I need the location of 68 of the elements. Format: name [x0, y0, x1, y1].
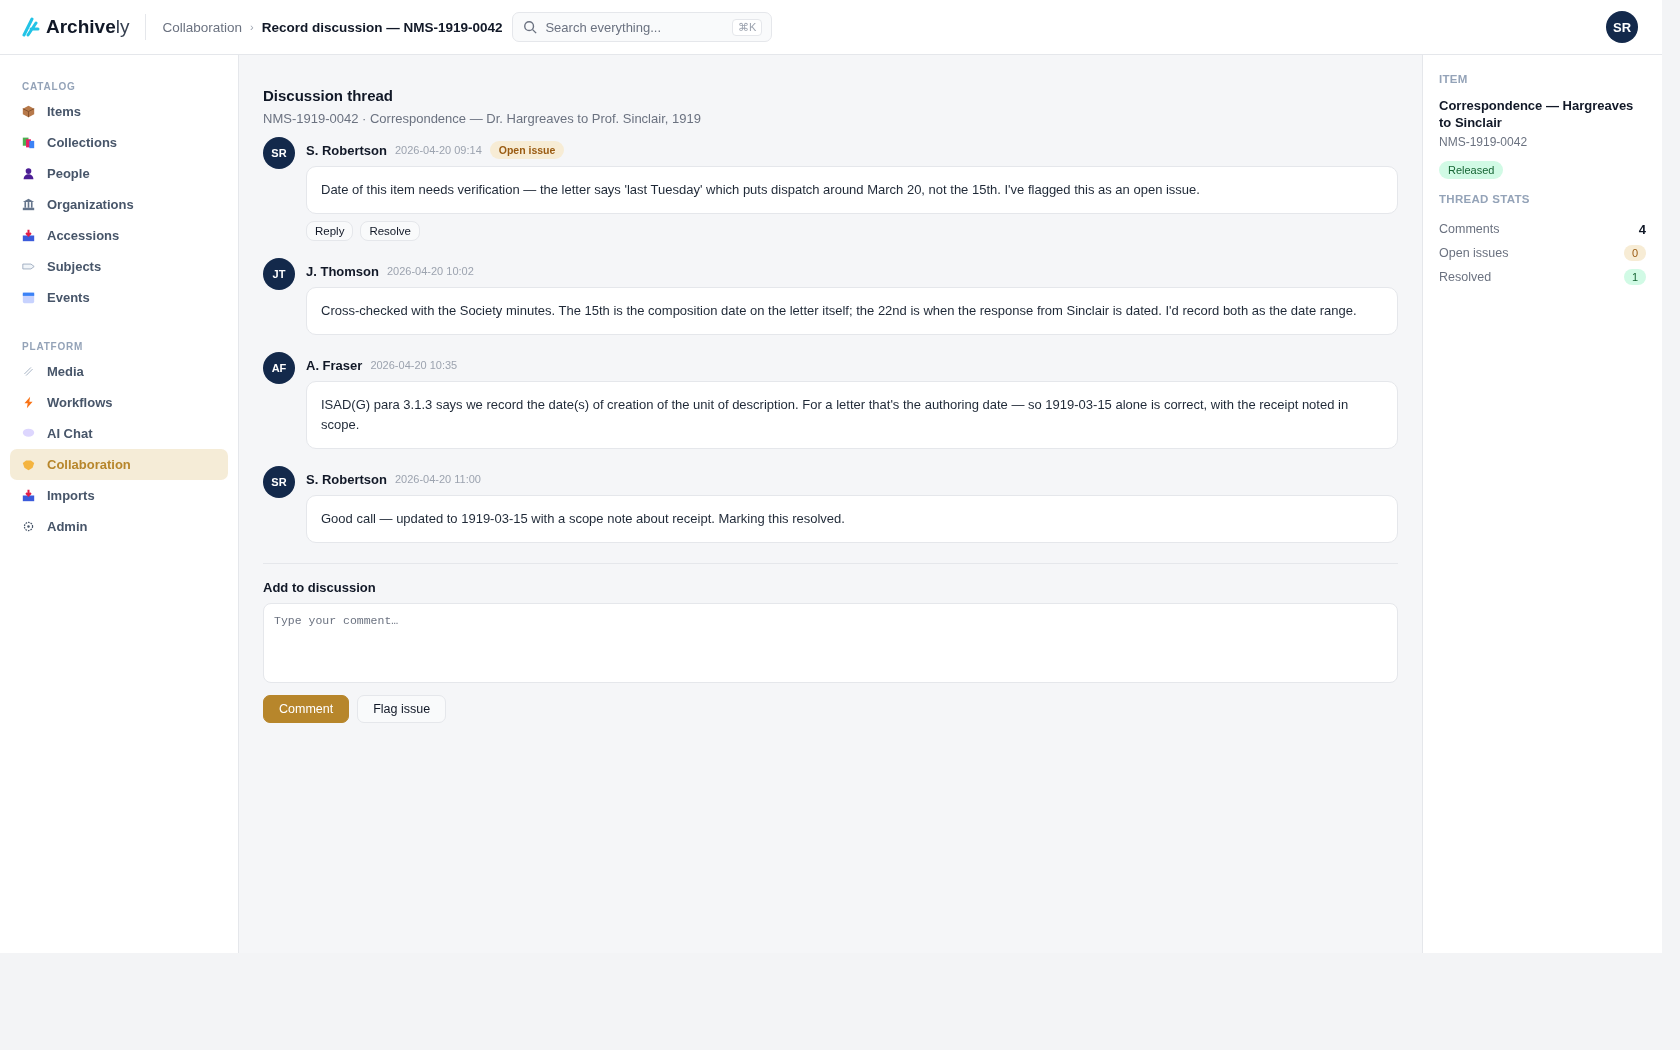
compose-label: Add to discussion — [263, 580, 377, 595]
breadcrumb-link[interactable]: Record discussion — NMS-1919-0042 — [261, 19, 503, 35]
item-title: Correspondence — Hargreaves to Sinclair — [1439, 97, 1635, 131]
nav-item[interactable]: Media — [10, 356, 228, 387]
inbox-icon — [22, 229, 35, 242]
nav-item[interactable]: Subjects — [10, 251, 228, 282]
logo-text: Archively — [46, 16, 130, 38]
comment-time: 2026-04-20 11:00 — [394, 473, 481, 485]
page-title: Discussion thread — [263, 87, 395, 104]
comment-author: J. Thomson — [306, 263, 379, 279]
nav-item[interactable]: Workflows — [10, 387, 228, 418]
nav-item[interactable]: Accessions — [10, 220, 228, 251]
page-subtitle: NMS-1919-0042 · Correspondence — Dr. Hargreaves to Prof. Sinclair, 1919 — [263, 111, 702, 126]
status-badge: Open issue — [489, 141, 565, 159]
logo-icon — [22, 17, 40, 37]
nav-item[interactable]: Admin — [10, 511, 228, 542]
section-heading: THREAD STATS — [1439, 193, 1531, 205]
nav-item[interactable]: People — [10, 158, 228, 189]
comment-author: S. Robertson — [306, 471, 387, 487]
status-badge: Released — [1439, 161, 1504, 179]
nav-item[interactable]: AI Chat — [10, 418, 228, 449]
comment-time: 2026-04-20 10:02 — [386, 265, 474, 277]
comment-author: S. Robertson — [306, 142, 387, 158]
avatar: SR — [263, 466, 295, 498]
comment-action-button[interactable]: Reply — [306, 221, 354, 241]
comment-field[interactable]: Type your comment… — [263, 603, 1398, 683]
stat-value: 4 — [1638, 221, 1646, 237]
stat-label: Open issues — [1439, 246, 1509, 260]
section-heading: CATALOG — [21, 80, 77, 94]
speech-bubble-icon — [22, 427, 35, 440]
avatar: JT — [263, 258, 295, 290]
section-heading: ITEM — [1439, 73, 1469, 85]
inbox-icon — [22, 489, 35, 502]
nav-item[interactable]: Items — [10, 96, 228, 127]
flag-button[interactable]: Flag issue — [357, 695, 447, 723]
books-icon — [22, 136, 35, 149]
stat-label: Comments — [1439, 222, 1500, 236]
comment-time: 2026-04-20 10:35 — [370, 359, 458, 371]
section-heading: PLATFORM — [21, 340, 85, 354]
gear-icon — [22, 520, 35, 533]
stat-value: 1 — [1623, 269, 1646, 285]
comment-text: ISAD(G) para 3.1.3 says we record the date(s) of creation of the unit of description. For a letter that's the authoring date — so 1919-03-15 alone is correct, with the receipt noted in scope. — [306, 381, 1398, 449]
comment-text: Good call — updated to 1919-03-15 with a scope note about receipt. Marking this resolved. — [306, 495, 1398, 543]
nav-item[interactable]: Organizations — [10, 189, 228, 220]
avatar: SR — [263, 137, 295, 169]
comment-action-button[interactable]: Resolve — [360, 221, 420, 241]
nav-item[interactable]: Imports — [10, 480, 228, 511]
nav-item[interactable]: Events — [10, 282, 228, 313]
item-id: NMS-1919-0042 — [1439, 135, 1529, 149]
building-icon — [22, 198, 35, 211]
user-avatar[interactable]: SR — [1606, 11, 1638, 43]
stat-label: Resolved — [1439, 270, 1492, 284]
breadcrumb-link[interactable]: Collaboration — [162, 19, 242, 35]
person-icon — [22, 167, 35, 180]
calendar-icon — [22, 291, 35, 304]
lightning-icon — [22, 396, 35, 409]
tag-icon — [22, 260, 35, 273]
comment-time: 2026-04-20 09:14 — [394, 144, 482, 156]
stat-value: 0 — [1623, 245, 1646, 261]
box-icon — [22, 105, 35, 118]
comment-text: Cross-checked with the Society minutes. The 15th is the composition date on the letter itself; the 22nd is when the response from Sinclair is dated. I'd record both as the date range. — [306, 287, 1398, 335]
shortcut-hint: ⌘K — [732, 19, 763, 36]
breadcrumb-separator: › — [250, 21, 254, 33]
nav-item[interactable]: Collections — [10, 127, 228, 158]
comment-text: Date of this item needs verification — the letter says 'last Tuesday' which puts dispatch around March 20, not the 15th. I've flagged this as an open issue. — [306, 166, 1398, 214]
comment-author: A. Fraser — [306, 357, 363, 373]
avatar: AF — [263, 352, 295, 384]
search-icon — [523, 20, 538, 34]
